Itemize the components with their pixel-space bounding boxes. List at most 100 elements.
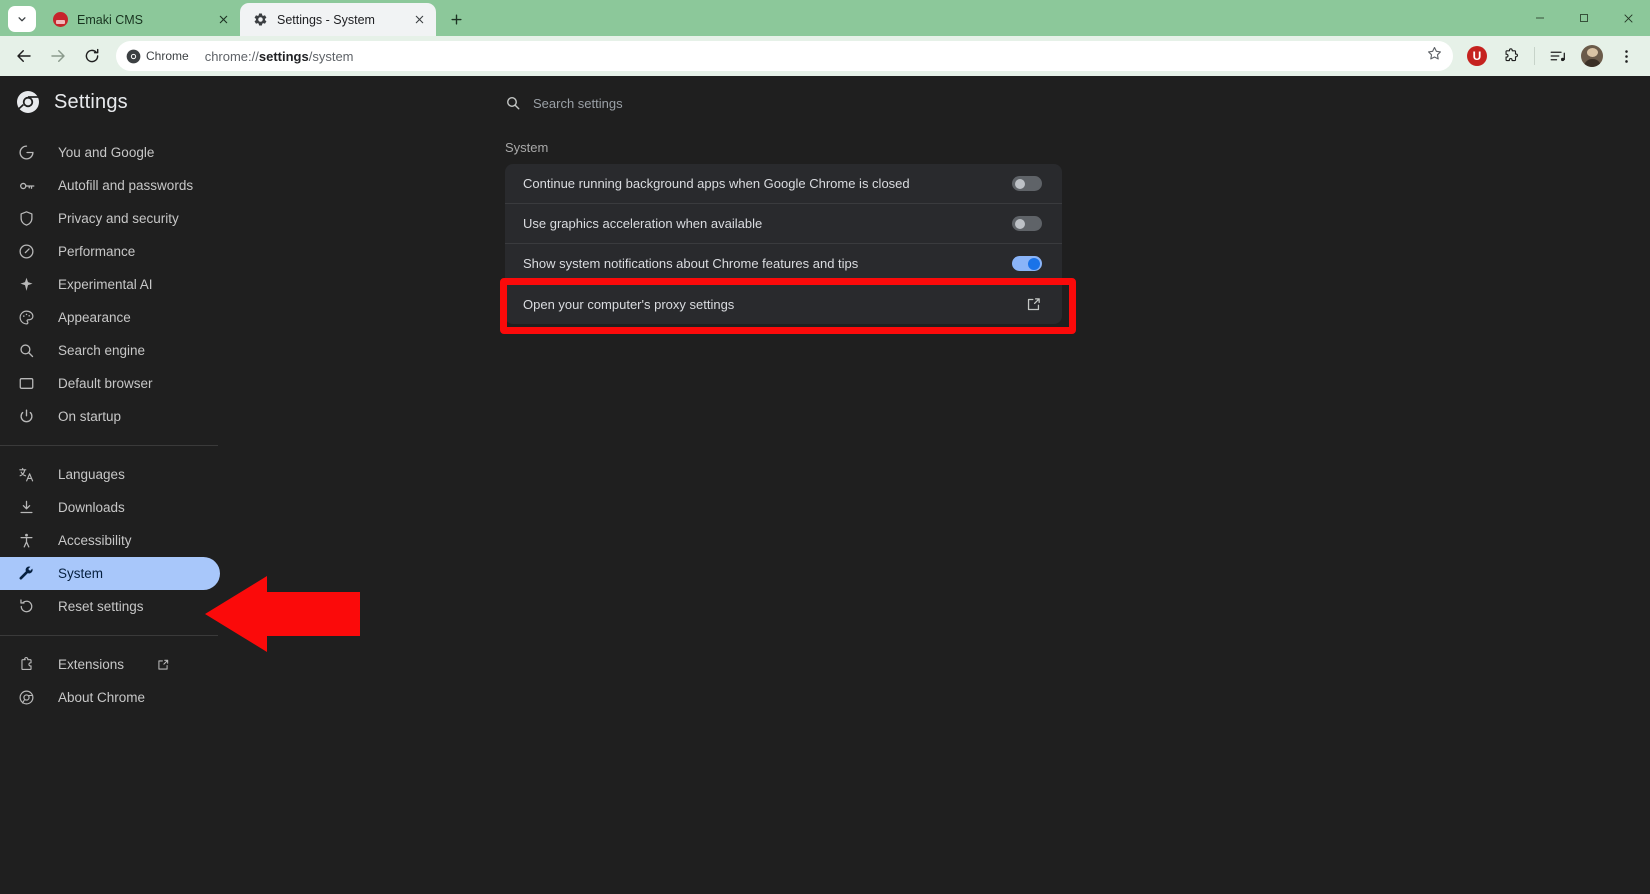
three-dot-menu-icon xyxy=(1624,49,1628,63)
tab-title: Settings - System xyxy=(277,12,375,27)
open-in-new-icon[interactable] xyxy=(1025,296,1042,313)
sidebar-item-label: Extensions xyxy=(58,657,125,672)
back-arrow-icon xyxy=(17,50,31,62)
palette-icon xyxy=(17,308,36,327)
setting-row-proxy-settings[interactable]: Open your computer's proxy settings xyxy=(505,284,1062,324)
sidebar-item-label: Languages xyxy=(58,467,125,482)
search-settings-input[interactable]: Search settings xyxy=(505,84,1065,122)
system-notifications-toggle[interactable] xyxy=(1012,256,1042,271)
close-icon xyxy=(1623,13,1633,23)
star-icon[interactable] xyxy=(1426,45,1445,67)
graphics-acceleration-toggle[interactable] xyxy=(1012,216,1042,231)
sidebar-item-accessibility[interactable]: Accessibility xyxy=(0,524,220,557)
google-g-icon xyxy=(17,143,36,162)
setting-row-background-apps[interactable]: Continue running background apps when Go… xyxy=(505,164,1062,204)
maximize-icon xyxy=(1580,14,1588,22)
sidebar-item-downloads[interactable]: Downloads xyxy=(0,491,220,524)
forward-arrow-icon xyxy=(51,50,65,62)
sidebar-item-performance[interactable]: Performance xyxy=(0,235,220,268)
download-icon xyxy=(17,498,36,517)
browser-toolbar: Chrome chrome://settings/system U xyxy=(0,36,1650,76)
speedometer-icon xyxy=(17,242,36,261)
settings-page: Settings You and Google Autofill and pas… xyxy=(0,76,1650,894)
accessibility-icon xyxy=(17,531,36,550)
sidebar-item-label: Downloads xyxy=(58,500,125,515)
sidebar-item-label: On startup xyxy=(58,409,122,424)
reload-icon xyxy=(85,48,99,63)
close-icon xyxy=(415,15,423,24)
chrome-logo-icon xyxy=(126,49,141,64)
forward-button[interactable] xyxy=(42,40,74,72)
media-controls-button[interactable] xyxy=(1542,40,1574,72)
tab-emaki-cms[interactable]: Emaki CMS xyxy=(40,3,240,36)
settings-sidebar: Settings You and Google Autofill and pas… xyxy=(0,76,240,894)
sidebar-item-label: Experimental AI xyxy=(58,277,153,292)
minimize-button[interactable] xyxy=(1518,0,1562,36)
setting-label: Use graphics acceleration when available xyxy=(523,216,763,231)
extensions-button[interactable] xyxy=(1495,40,1527,72)
sidebar-item-autofill-and-passwords[interactable]: Autofill and passwords xyxy=(0,169,220,202)
setting-label: Continue running background apps when Go… xyxy=(523,176,910,191)
search-icon xyxy=(17,341,36,360)
tab-close-button[interactable] xyxy=(410,11,428,29)
new-tab-button[interactable] xyxy=(442,5,470,33)
tab-title: Emaki CMS xyxy=(77,12,143,27)
close-icon xyxy=(219,15,227,24)
sidebar-item-reset-settings[interactable]: Reset settings xyxy=(0,590,220,623)
toolbar-divider xyxy=(1534,47,1535,65)
sidebar-item-search-engine[interactable]: Search engine xyxy=(0,334,220,367)
toggle-knob xyxy=(1015,218,1025,229)
maximize-button[interactable] xyxy=(1562,0,1606,36)
media-list-icon xyxy=(1550,51,1565,62)
sidebar-item-extensions[interactable]: Extensions xyxy=(0,648,220,681)
setting-row-graphics-acceleration[interactable]: Use graphics acceleration when available xyxy=(505,204,1062,244)
origin-chip[interactable]: Chrome xyxy=(122,46,199,66)
chrome-menu-button[interactable] xyxy=(1610,40,1642,72)
sidebar-item-system[interactable]: System xyxy=(0,557,220,590)
sidebar-item-you-and-google[interactable]: You and Google xyxy=(0,136,220,169)
setting-row-system-notifications[interactable]: Show system notifications about Chrome f… xyxy=(505,244,1062,284)
sidebar-item-experimental-ai[interactable]: Experimental AI xyxy=(0,268,220,301)
url-prefix: chrome:// xyxy=(204,48,259,64)
sidebar-item-appearance[interactable]: Appearance xyxy=(0,301,220,334)
tab-settings-system[interactable]: Settings - System xyxy=(240,3,436,36)
sidebar-item-on-startup[interactable]: On startup xyxy=(0,400,220,433)
window-controls xyxy=(1518,0,1650,36)
browser-window: Emaki CMS Settings - System Chrome chrom… xyxy=(0,0,1650,894)
tab-search-button[interactable] xyxy=(8,6,36,32)
reload-button[interactable] xyxy=(76,40,108,72)
sidebar-item-default-browser[interactable]: Default browser xyxy=(0,367,220,400)
setting-label: Open your computer's proxy settings xyxy=(523,296,735,312)
profile-button[interactable] xyxy=(1576,40,1608,72)
sidebar-item-label: Search engine xyxy=(58,343,146,358)
extension-badge-icon: U xyxy=(1467,46,1487,66)
sidebar-item-about-chrome[interactable]: About Chrome xyxy=(0,681,220,714)
sidebar-divider xyxy=(0,635,218,636)
chevron-down-icon xyxy=(18,17,26,22)
restore-icon xyxy=(17,597,36,616)
avatar xyxy=(1581,45,1603,67)
background-apps-toggle[interactable] xyxy=(1012,176,1042,191)
gear-icon xyxy=(252,12,268,28)
settings-main: Search settings System Continue running … xyxy=(240,76,1650,894)
setting-label: Show system notifications about Chrome f… xyxy=(523,256,859,271)
sidebar-item-label: System xyxy=(58,566,104,581)
sidebar-item-label: You and Google xyxy=(58,145,155,160)
chrome-outline-icon xyxy=(17,688,36,707)
sidebar-item-label: Default browser xyxy=(58,376,153,391)
address-bar[interactable]: Chrome chrome://settings/system xyxy=(116,41,1453,71)
close-window-button[interactable] xyxy=(1606,0,1650,36)
shield-icon xyxy=(17,209,36,228)
sparkle-icon xyxy=(17,275,36,294)
sidebar-item-label: Appearance xyxy=(58,310,131,325)
system-settings-card: Continue running background apps when Go… xyxy=(505,164,1062,324)
window-icon xyxy=(17,374,36,393)
sidebar-item-languages[interactable]: Languages xyxy=(0,458,220,491)
sidebar-item-label: Accessibility xyxy=(58,533,132,548)
sidebar-item-label: Performance xyxy=(58,244,136,259)
back-button[interactable] xyxy=(8,40,40,72)
tab-close-button[interactable] xyxy=(214,11,232,29)
extension-u-button[interactable]: U xyxy=(1461,40,1493,72)
plus-icon xyxy=(450,13,462,25)
sidebar-item-privacy-and-security[interactable]: Privacy and security xyxy=(0,202,220,235)
